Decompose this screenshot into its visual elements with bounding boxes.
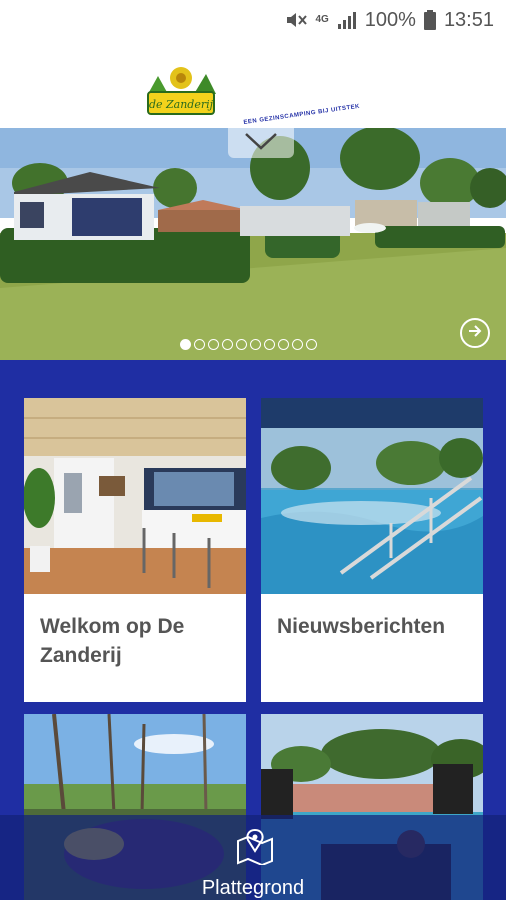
slider-pagination	[180, 339, 317, 350]
hero-slider[interactable]	[0, 128, 506, 360]
hero-image	[0, 128, 506, 360]
tagline: EEN GEZINSCAMPING BIJ UITSTEK	[243, 103, 361, 126]
signal-icon	[337, 11, 357, 29]
slider-dot[interactable]	[208, 339, 219, 350]
app-header: de Zanderij EEN GEZINSCAMPING BIJ UITSTE…	[0, 40, 506, 128]
slider-dot[interactable]	[222, 339, 233, 350]
logo[interactable]: de Zanderij	[144, 64, 218, 116]
map-pin-icon	[236, 827, 274, 867]
battery-percent: 100%	[364, 8, 416, 31]
network-type: 4G	[315, 14, 329, 25]
tile-news[interactable]: Nieuwsberichten	[261, 398, 483, 702]
tile-welcome-label: Welkom op De Zanderij	[40, 615, 185, 667]
slider-next-button[interactable]	[460, 318, 490, 348]
chevron-down-icon	[244, 132, 278, 155]
arrow-right-circle-icon	[467, 323, 483, 344]
tile-news-image	[261, 398, 483, 594]
tile-news-label: Nieuwsberichten	[277, 615, 446, 638]
slider-dot[interactable]	[180, 339, 191, 350]
slider-dot[interactable]	[236, 339, 247, 350]
slider-dot[interactable]	[264, 339, 275, 350]
slider-dot[interactable]	[278, 339, 289, 350]
slider-dot[interactable]	[250, 339, 261, 350]
slider-dot[interactable]	[194, 339, 205, 350]
map-button[interactable]: Plattegrond	[0, 815, 506, 900]
logo-text: de Zanderij	[149, 98, 214, 111]
clock: 13:51	[443, 8, 494, 31]
tile-welcome-image	[24, 398, 246, 594]
mute-icon	[285, 10, 308, 30]
tile-welcome[interactable]: Welkom op De Zanderij	[24, 398, 246, 702]
battery-icon	[423, 10, 436, 30]
collapse-button[interactable]	[228, 128, 294, 158]
status-bar: 4G 100% 13:51	[0, 0, 506, 40]
slider-dot[interactable]	[306, 339, 317, 350]
slider-dot[interactable]	[292, 339, 303, 350]
map-label: Plattegrond	[201, 877, 305, 899]
